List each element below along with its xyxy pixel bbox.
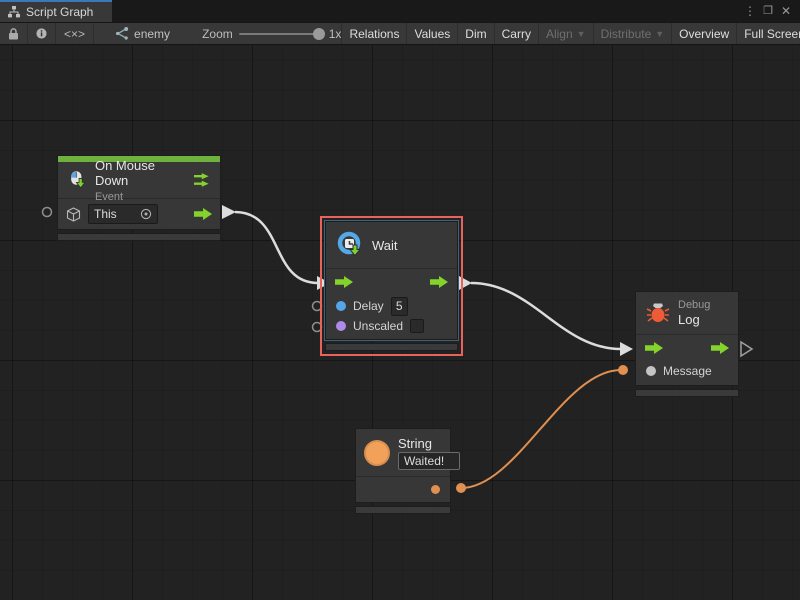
node-on-mouse-down[interactable]: On Mouse Down Event This — [57, 155, 221, 241]
lock-icon — [8, 28, 19, 40]
full-screen-label: Full Screen — [744, 27, 800, 41]
align-button: Align ▼ — [538, 23, 593, 44]
bug-icon — [646, 302, 670, 324]
tab-script-graph[interactable]: Script Graph — [0, 0, 112, 22]
overview-label: Overview — [679, 27, 729, 41]
node-debug-log[interactable]: Debug Log Message — [635, 291, 739, 397]
align-label: Align — [546, 27, 573, 41]
wire-string-to-message[interactable] — [461, 370, 621, 488]
target-value: This — [94, 207, 117, 221]
relations-label: Relations — [349, 27, 399, 41]
close-icon[interactable]: ✕ — [778, 1, 794, 21]
delay-label: Delay — [353, 299, 384, 313]
mouse-down-icon — [68, 169, 87, 191]
graph-toolbar: <×> enemy Zoom 1x Relations Values Dim C… — [0, 22, 800, 45]
unscaled-port-dot[interactable] — [336, 321, 346, 331]
zoom-value: 1x — [329, 27, 342, 41]
overview-button[interactable]: Overview — [671, 23, 736, 44]
script-graph-icon — [8, 6, 20, 18]
values-button[interactable]: Values — [406, 23, 457, 44]
node-title: Wait — [372, 238, 398, 253]
chevron-down-icon: ▼ — [655, 29, 664, 39]
delay-value-field[interactable]: 5 — [391, 297, 408, 316]
graph-canvas[interactable]: On Mouse Down Event This — [0, 45, 800, 600]
dim-button[interactable]: Dim — [457, 23, 493, 44]
flow-output-port[interactable] — [711, 342, 729, 354]
port-unscaled-input[interactable] — [313, 323, 322, 332]
graph-name-label: enemy — [134, 27, 170, 41]
wire-mousedown-to-wait[interactable] — [235, 212, 318, 283]
info-button[interactable] — [28, 23, 56, 44]
node-footer — [355, 506, 451, 514]
string-value-field[interactable]: Waited! — [398, 452, 460, 470]
node-string[interactable]: String Waited! — [355, 428, 451, 514]
toolbar-buttons: Relations Values Dim Carry Align ▼ Distri… — [341, 23, 800, 44]
code-view-button[interactable]: <×> — [56, 23, 94, 44]
window-controls: ⋮ ❐ ✕ — [742, 0, 800, 22]
wire-wait-to-log[interactable] — [471, 283, 621, 349]
zoom-slider[interactable] — [239, 33, 323, 35]
relations-button[interactable]: Relations — [341, 23, 406, 44]
trigger-output-port[interactable] — [194, 208, 212, 220]
distribute-label: Distribute — [601, 27, 652, 41]
graph-breadcrumb[interactable]: enemy — [94, 27, 180, 41]
carry-label: Carry — [502, 27, 531, 41]
node-title: Log — [678, 312, 710, 327]
port-target-input[interactable] — [43, 208, 52, 217]
tab-title: Script Graph — [26, 5, 93, 19]
window-menu-icon[interactable]: ⋮ — [742, 1, 758, 21]
target-picker-icon[interactable] — [140, 208, 152, 220]
node-footer — [635, 389, 739, 397]
flow-input-port[interactable] — [335, 276, 353, 288]
node-group: Debug — [678, 299, 710, 311]
wire-start-arrow[interactable] — [222, 205, 236, 219]
lock-button[interactable] — [0, 23, 28, 44]
distribute-button: Distribute▼ — [593, 23, 672, 44]
chevron-down-icon: ▼ — [577, 29, 586, 39]
flow-output-port[interactable] — [430, 276, 448, 288]
port-delay-input[interactable] — [313, 302, 322, 311]
zoom-label: Zoom — [202, 27, 233, 41]
code-view-label: <×> — [64, 27, 85, 41]
node-subtitle: Event — [95, 191, 179, 203]
flow-input-port[interactable] — [645, 342, 663, 354]
message-label: Message — [663, 364, 712, 378]
values-label: Values — [414, 27, 450, 41]
title-bar: Script Graph ⋮ ❐ ✕ — [0, 0, 800, 22]
carry-button[interactable]: Carry — [494, 23, 538, 44]
wire-end-dot[interactable] — [618, 365, 628, 375]
string-icon — [364, 440, 390, 466]
node-footer — [325, 343, 458, 351]
node-title: String — [398, 436, 460, 451]
unscaled-checkbox[interactable] — [410, 319, 424, 333]
wait-timer-icon — [336, 231, 364, 259]
wire-start-arrow[interactable] — [459, 276, 472, 290]
graph-icon — [114, 27, 129, 40]
dim-label: Dim — [465, 27, 486, 41]
string-value: Waited! — [404, 454, 444, 468]
wire-start-dot[interactable] — [456, 483, 466, 493]
message-port-dot[interactable] — [646, 366, 656, 376]
wire-end-arrow[interactable] — [620, 342, 633, 356]
port-log-exit-output[interactable] — [741, 342, 752, 356]
unscaled-label: Unscaled — [353, 319, 403, 333]
maximize-icon[interactable]: ❐ — [760, 1, 776, 21]
node-wait[interactable]: Wait Delay 5 Unscaled — [325, 221, 458, 351]
string-output-port[interactable] — [431, 485, 440, 494]
node-title: On Mouse Down — [95, 158, 179, 188]
target-field[interactable]: This — [88, 204, 158, 224]
delay-port-dot[interactable] — [336, 301, 346, 311]
flow-double-arrow-icon — [194, 172, 210, 188]
info-icon — [36, 27, 47, 40]
zoom-slider-handle[interactable] — [313, 28, 325, 40]
node-footer — [57, 233, 221, 241]
zoom-control: Zoom 1x — [180, 27, 341, 41]
cube-icon — [66, 207, 81, 222]
full-screen-button[interactable]: Full Screen — [736, 23, 800, 44]
